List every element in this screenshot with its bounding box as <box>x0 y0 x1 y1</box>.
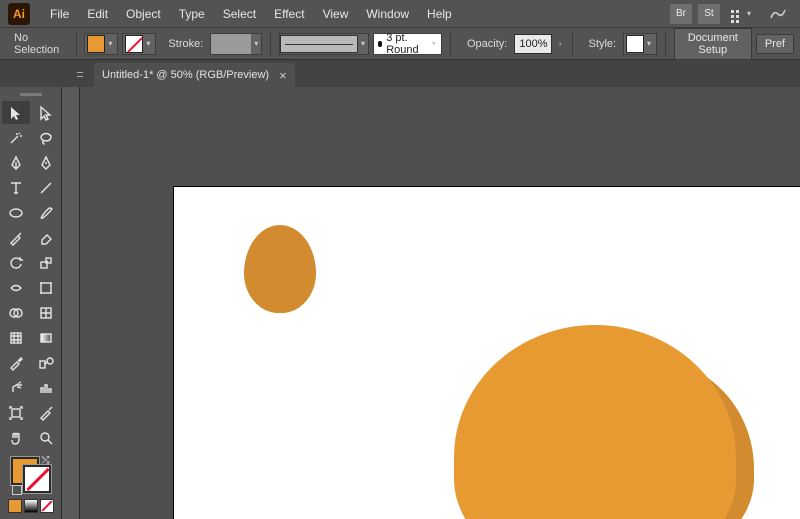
paintbrush-tool[interactable] <box>32 201 60 224</box>
preferences-button[interactable]: Pref <box>756 34 794 54</box>
graphic-style-swatch[interactable]: ▾ <box>623 33 657 55</box>
document-tab[interactable]: Untitled-1* @ 50% (RGB/Preview) × <box>94 63 295 87</box>
rotate-tool[interactable] <box>2 251 30 274</box>
style-none-icon <box>626 35 644 53</box>
stroke-weight-label: Stroke: <box>160 38 206 50</box>
column-graph-tool[interactable] <box>32 376 60 399</box>
menu-file[interactable]: File <box>42 3 77 25</box>
shape-builder-tool[interactable] <box>2 301 30 324</box>
menu-select[interactable]: Select <box>215 3 264 25</box>
zoom-tool[interactable] <box>32 426 60 449</box>
artwork-egg-small[interactable] <box>244 225 316 313</box>
chevron-down-icon: ▾ <box>105 35 115 53</box>
chevron-down-icon: ▾ <box>430 35 437 53</box>
lasso-tool[interactable] <box>32 126 60 149</box>
direct-selection-tool[interactable] <box>32 101 60 124</box>
panel-grip-icon[interactable] <box>76 67 84 81</box>
gpu-performance-icon[interactable] <box>762 5 794 23</box>
default-fill-stroke-icon[interactable] <box>12 485 22 495</box>
fill-color-swatch[interactable]: ▾ <box>84 33 118 55</box>
toolbox-grip-icon[interactable] <box>0 89 61 99</box>
width-tool[interactable] <box>2 276 30 299</box>
type-tool[interactable] <box>2 176 30 199</box>
no-stroke-icon <box>125 35 143 53</box>
style-label: Style: <box>581 38 620 50</box>
control-bar: No Selection ▾ ▾ Stroke: ▾ ▾ 3 pt. Round… <box>0 27 800 60</box>
perspective-grid-tool[interactable] <box>32 301 60 324</box>
scale-tool[interactable] <box>32 251 60 274</box>
stroke-weight-input[interactable]: ▾ <box>210 33 262 55</box>
ellipse-tool[interactable] <box>2 201 30 224</box>
stroke-color-swatch[interactable]: ▾ <box>122 33 156 55</box>
menu-type[interactable]: Type <box>171 3 213 25</box>
document-tab-bar: Untitled-1* @ 50% (RGB/Preview) × <box>0 60 800 87</box>
menu-edit[interactable]: Edit <box>79 3 116 25</box>
chevron-down-icon: ▾ <box>644 35 654 53</box>
toolbox: ⤭ <box>0 87 62 519</box>
color-mode-solid[interactable] <box>8 499 22 513</box>
pen-tool[interactable] <box>2 151 30 174</box>
opacity-label: Opacity: <box>459 38 510 50</box>
mesh-tool[interactable] <box>2 326 30 349</box>
menu-view[interactable]: View <box>315 3 357 25</box>
bridge-button[interactable]: Br <box>670 4 692 24</box>
slice-tool[interactable] <box>32 401 60 424</box>
vertical-ruler[interactable] <box>62 87 80 519</box>
stroke-weight-value <box>211 34 251 54</box>
artboard-tool[interactable] <box>2 401 30 424</box>
close-tab-icon[interactable]: × <box>279 68 287 83</box>
artboard[interactable] <box>174 187 800 519</box>
menubar: Ai File Edit Object Type Select Effect V… <box>0 0 800 27</box>
selection-label: No Selection <box>6 32 68 56</box>
document-setup-button[interactable]: Document Setup <box>674 28 752 60</box>
shaper-tool[interactable] <box>2 226 30 249</box>
variable-width-profile[interactable]: ▾ <box>279 33 369 55</box>
chevron-down-icon: ▾ <box>358 35 368 53</box>
brush-definition[interactable]: 3 pt. Round ▾ <box>373 33 442 55</box>
brush-name: 3 pt. Round <box>386 32 426 56</box>
menu-effect[interactable]: Effect <box>266 3 312 25</box>
stroke-profile-preview <box>280 35 358 53</box>
selection-tool[interactable] <box>2 101 30 124</box>
color-mode-gradient[interactable] <box>24 499 38 513</box>
opacity-flyout-icon[interactable]: › <box>556 35 563 53</box>
magic-wand-tool[interactable] <box>2 126 30 149</box>
artwork-egg-front[interactable] <box>454 325 736 519</box>
chevron-down-icon: ▾ <box>143 35 153 53</box>
fill-color-icon <box>87 35 105 53</box>
menu-object[interactable]: Object <box>118 3 169 25</box>
draw-modes <box>8 499 54 513</box>
fill-stroke-wells[interactable]: ⤭ <box>9 455 53 495</box>
menu-window[interactable]: Window <box>358 3 417 25</box>
free-transform-tool[interactable] <box>32 276 60 299</box>
hand-tool[interactable] <box>2 426 30 449</box>
stroke-well[interactable] <box>23 465 51 493</box>
line-segment-tool[interactable] <box>32 176 60 199</box>
app-logo[interactable]: Ai <box>8 3 30 25</box>
color-mode-none[interactable] <box>40 499 54 513</box>
chevron-down-icon: ▾ <box>251 35 261 53</box>
main-area: ⤭ <box>0 87 800 519</box>
gradient-tool[interactable] <box>32 326 60 349</box>
curvature-tool[interactable] <box>32 151 60 174</box>
brush-dot-icon <box>378 41 382 47</box>
opacity-input[interactable]: 100% <box>514 34 552 54</box>
eyedropper-tool[interactable] <box>2 351 30 374</box>
menu-help[interactable]: Help <box>419 3 460 25</box>
blend-tool[interactable] <box>32 351 60 374</box>
eraser-tool[interactable] <box>32 226 60 249</box>
symbol-sprayer-tool[interactable] <box>2 376 30 399</box>
canvas-area[interactable] <box>62 87 800 519</box>
stock-button[interactable]: St <box>698 4 720 24</box>
document-tab-title: Untitled-1* @ 50% (RGB/Preview) <box>102 69 269 81</box>
arrange-documents-icon[interactable]: ▾ <box>724 3 760 25</box>
